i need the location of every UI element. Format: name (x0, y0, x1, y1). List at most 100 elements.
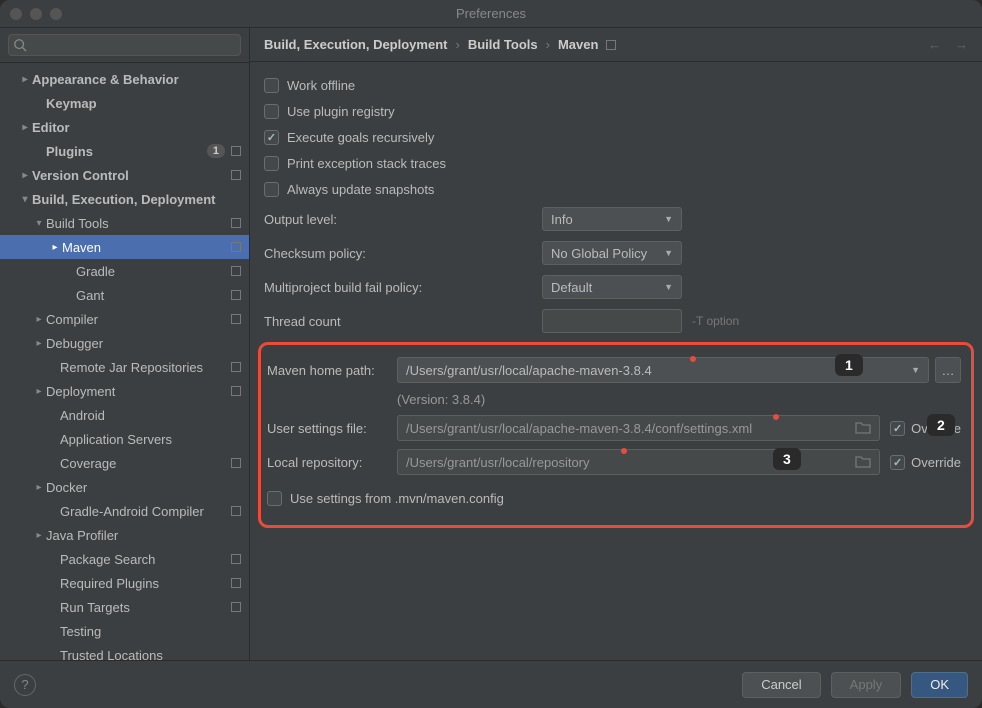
tree-item[interactable]: ▸Deployment (0, 379, 249, 403)
override-settings-checkbox[interactable] (890, 421, 905, 436)
search-icon (13, 38, 27, 52)
folder-icon[interactable] (855, 454, 871, 471)
maven-home-label: Maven home path: (267, 363, 397, 378)
work-offline-checkbox[interactable] (264, 78, 279, 93)
tree-item-label: Application Servers (60, 432, 172, 447)
tree-item[interactable]: Gradle-Android Compiler (0, 499, 249, 523)
chevron-down-icon: ▼ (911, 365, 920, 375)
project-scope-icon (231, 314, 241, 324)
output-level-select[interactable]: Info▼ (542, 207, 682, 231)
footer: ? Cancel Apply OK (0, 660, 982, 708)
tree-item[interactable]: Required Plugins (0, 571, 249, 595)
breadcrumb: Build, Execution, Deployment › Build Too… (250, 28, 982, 62)
override-label: Override (911, 455, 961, 470)
thread-count-input[interactable] (542, 309, 682, 333)
project-scope-icon (231, 170, 241, 180)
local-repo-label: Local repository: (267, 455, 397, 470)
thread-count-label: Thread count (264, 314, 542, 329)
tree-item[interactable]: Gradle (0, 259, 249, 283)
nav-forward-icon[interactable]: → (955, 37, 968, 52)
chevron-icon: ▸ (48, 242, 62, 253)
help-button[interactable]: ? (14, 674, 36, 696)
tree-item[interactable]: Application Servers (0, 427, 249, 451)
apply-button[interactable]: Apply (831, 672, 902, 698)
chevron-icon: ▸ (32, 338, 46, 349)
always-update-checkbox[interactable] (264, 182, 279, 197)
tree-item-label: Remote Jar Repositories (60, 360, 203, 375)
override-repo-checkbox[interactable] (890, 455, 905, 470)
nav-back-icon[interactable]: ← (928, 37, 941, 52)
chevron-icon: ▾ (18, 194, 32, 205)
tree-item[interactable]: Android (0, 403, 249, 427)
tree-item[interactable]: Run Targets (0, 595, 249, 619)
use-mvn-config-label: Use settings from .mvn/maven.config (290, 491, 504, 506)
user-settings-input[interactable]: /Users/grant/usr/local/apache-maven-3.8.… (397, 415, 880, 441)
checksum-policy-label: Checksum policy: (264, 246, 542, 261)
project-scope-icon (231, 218, 241, 228)
tree-item[interactable]: ▸Java Profiler (0, 523, 249, 547)
chevron-icon: ▸ (18, 170, 32, 181)
cancel-button[interactable]: Cancel (742, 672, 820, 698)
tree-item[interactable]: Testing (0, 619, 249, 643)
tree-item[interactable]: ▸Maven (0, 235, 249, 259)
execute-goals-checkbox[interactable] (264, 130, 279, 145)
titlebar: Preferences (0, 0, 982, 28)
tree-item[interactable]: ▾Build, Execution, Deployment (0, 187, 249, 211)
tree-item[interactable]: ▸Debugger (0, 331, 249, 355)
project-scope-icon (231, 602, 241, 612)
project-scope-icon (231, 290, 241, 300)
project-scope-icon (231, 578, 241, 588)
tree-item[interactable]: Package Search (0, 547, 249, 571)
work-offline-label: Work offline (287, 78, 355, 93)
chevron-icon: ▸ (18, 74, 32, 85)
local-repo-input[interactable]: /Users/grant/usr/local/repository (397, 449, 880, 475)
tree-item[interactable]: Coverage (0, 451, 249, 475)
multiproject-select[interactable]: Default▼ (542, 275, 682, 299)
tree-item[interactable]: Keymap (0, 91, 249, 115)
maven-version: (Version: 3.8.4) (261, 387, 961, 411)
tree-item-label: Android (60, 408, 105, 423)
tree-item-label: Editor (32, 120, 70, 135)
chevron-icon: ▸ (32, 314, 46, 325)
chevron-icon: ▸ (18, 122, 32, 133)
project-scope-icon (231, 458, 241, 468)
project-scope-icon (606, 40, 616, 50)
highlighted-region: Maven home path: /Users/grant/usr/local/… (258, 342, 974, 528)
tree-item[interactable]: ▾Build Tools (0, 211, 249, 235)
use-mvn-config-checkbox[interactable] (267, 491, 282, 506)
browse-button[interactable]: … (935, 357, 961, 383)
tree-item[interactable]: ▸Docker (0, 475, 249, 499)
tree-item-label: Compiler (46, 312, 98, 327)
count-badge: 1 (207, 144, 225, 158)
tree-item[interactable]: Trusted Locations (0, 643, 249, 660)
chevron-icon: ▸ (32, 386, 46, 397)
tree-item[interactable]: ▸Compiler (0, 307, 249, 331)
search-input[interactable] (8, 34, 241, 56)
annotation-badge-1: 1 (835, 354, 863, 376)
tree-item-label: Build, Execution, Deployment (32, 192, 215, 207)
output-level-label: Output level: (264, 212, 542, 227)
plugin-registry-checkbox[interactable] (264, 104, 279, 119)
tree-item[interactable]: Gant (0, 283, 249, 307)
print-exception-label: Print exception stack traces (287, 156, 446, 171)
ok-button[interactable]: OK (911, 672, 968, 698)
tree-item[interactable]: Plugins1 (0, 139, 249, 163)
checksum-policy-select[interactable]: No Global Policy▼ (542, 241, 682, 265)
chevron-right-icon: › (455, 37, 459, 52)
tree-item-label: Docker (46, 480, 87, 495)
tree-item-label: Coverage (60, 456, 116, 471)
chevron-icon: ▸ (32, 530, 46, 541)
folder-icon[interactable] (855, 420, 871, 437)
tree-item[interactable]: ▸Version Control (0, 163, 249, 187)
tree-item-label: Deployment (46, 384, 115, 399)
tree-item[interactable]: ▸Editor (0, 115, 249, 139)
chevron-right-icon: › (546, 37, 550, 52)
tree-item[interactable]: ▸Appearance & Behavior (0, 67, 249, 91)
tree-item[interactable]: Remote Jar Repositories (0, 355, 249, 379)
tree-item-label: Trusted Locations (60, 648, 163, 661)
print-exception-checkbox[interactable] (264, 156, 279, 171)
tree-item-label: Version Control (32, 168, 129, 183)
tree-item-label: Appearance & Behavior (32, 72, 179, 87)
crumb-2[interactable]: Build Tools (468, 37, 538, 52)
crumb-1[interactable]: Build, Execution, Deployment (264, 37, 447, 52)
